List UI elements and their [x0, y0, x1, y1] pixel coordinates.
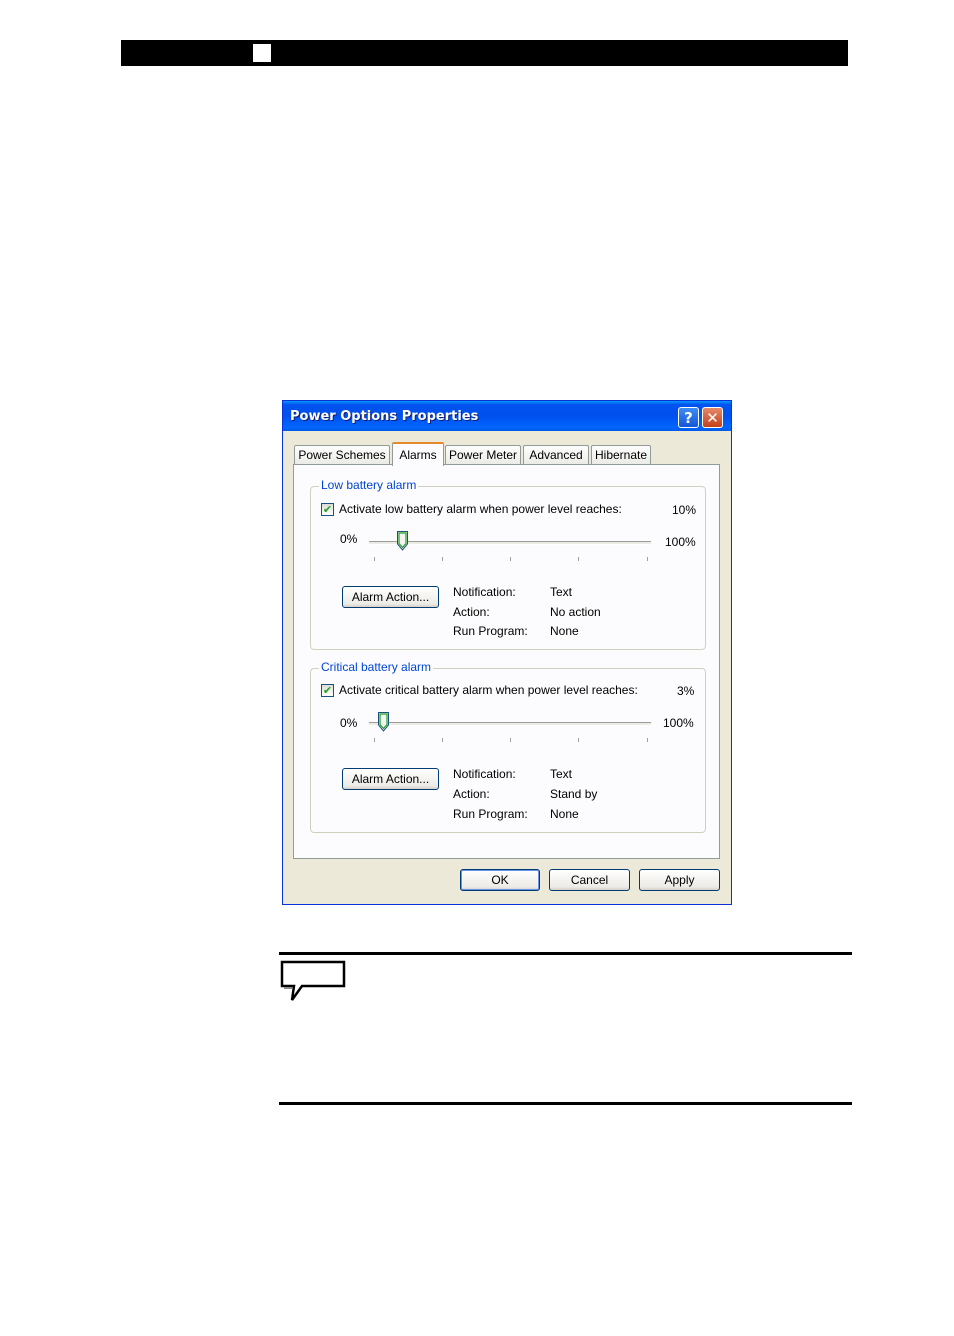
close-button[interactable]: ✕: [702, 407, 723, 428]
low-slider-track[interactable]: [369, 541, 651, 545]
low-slider-max-label: 100%: [665, 535, 696, 549]
critical-battery-level-value: 3%: [677, 684, 695, 698]
low-battery-checkbox-label: Activate low battery alarm when power le…: [339, 502, 622, 516]
cancel-button[interactable]: Cancel: [549, 869, 630, 891]
tab-label: Hibernate: [594, 448, 648, 462]
critical-slider-min-label: 0%: [340, 716, 358, 730]
low-battery-group: Low battery alarm ✔ Activate low battery…: [310, 478, 706, 650]
tab-power-schemes[interactable]: Power Schemes: [294, 445, 390, 464]
note-bottom-rule: [279, 1102, 852, 1105]
ok-button[interactable]: OK: [460, 869, 540, 891]
speech-bubble-icon: [280, 960, 346, 1001]
slider-tick: [374, 738, 375, 742]
low-slider-min-label: 0%: [340, 532, 358, 546]
tab-label: Power Schemes: [298, 448, 386, 462]
critical-alarm-action-button[interactable]: Alarm Action...: [342, 768, 439, 790]
checkmark-icon: ✔: [322, 503, 333, 516]
tab-advanced[interactable]: Advanced: [523, 445, 589, 464]
low-run-program-label: Run Program:: [453, 624, 528, 638]
slider-tick: [578, 557, 579, 561]
low-battery-level-value: 10%: [672, 503, 697, 517]
tab-alarms[interactable]: Alarms: [392, 442, 444, 466]
button-label: Apply: [664, 873, 695, 887]
critical-battery-group: Critical battery alarm ✔ Activate critic…: [310, 660, 706, 833]
critical-battery-group-title: Critical battery alarm: [319, 660, 434, 674]
power-options-dialog: Power Options Properties ? ✕ Power Schem…: [282, 400, 732, 905]
tab-power-meter[interactable]: Power Meter: [445, 445, 521, 464]
low-notification-value: Text: [550, 585, 573, 599]
critical-notification-value: Text: [550, 767, 573, 781]
critical-action-label: Action:: [453, 787, 490, 801]
slider-tick: [374, 557, 375, 561]
slider-tick: [510, 557, 511, 561]
low-battery-group-title: Low battery alarm: [319, 478, 419, 492]
note-top-rule: [279, 952, 852, 955]
slider-tick: [647, 557, 648, 561]
tab-hibernate[interactable]: Hibernate: [591, 445, 651, 464]
help-button[interactable]: ?: [678, 407, 699, 428]
low-slider-thumb[interactable]: [397, 531, 408, 551]
checkmark-icon: ✔: [322, 684, 333, 697]
tab-label: Advanced: [529, 448, 583, 462]
critical-run-program-label: Run Program:: [453, 807, 528, 821]
help-icon: ?: [684, 408, 693, 427]
low-action-label: Action:: [453, 605, 490, 619]
alarms-tab-panel: Low battery alarm ✔ Activate low battery…: [293, 464, 720, 859]
header-square-icon: [253, 44, 271, 62]
dialog-title: Power Options Properties: [290, 409, 479, 424]
low-battery-checkbox[interactable]: ✔: [321, 503, 334, 516]
page-header-bar: [121, 40, 848, 66]
dialog-titlebar[interactable]: Power Options Properties ? ✕: [283, 401, 731, 431]
critical-run-program-value: None: [550, 807, 579, 821]
button-label: Cancel: [570, 873, 609, 887]
apply-button[interactable]: Apply: [639, 869, 720, 891]
critical-action-value: Stand by: [550, 787, 598, 801]
tab-label: Power Meter: [448, 448, 518, 462]
low-notification-label: Notification:: [453, 585, 516, 599]
low-run-program-value: None: [550, 624, 579, 638]
slider-tick: [442, 738, 443, 742]
low-action-value: No action: [550, 605, 601, 619]
button-label: Alarm Action...: [351, 590, 430, 604]
button-label: OK: [491, 873, 509, 887]
close-icon: ✕: [706, 408, 719, 427]
button-label: Alarm Action...: [351, 772, 430, 786]
low-alarm-action-button[interactable]: Alarm Action...: [342, 586, 439, 608]
slider-tick: [442, 557, 443, 561]
critical-notification-label: Notification:: [453, 767, 516, 781]
slider-tick: [510, 738, 511, 742]
critical-slider-track[interactable]: [369, 722, 651, 726]
slider-tick: [578, 738, 579, 742]
critical-battery-checkbox-label: Activate critical battery alarm when pow…: [339, 683, 638, 697]
critical-slider-max-label: 100%: [663, 716, 694, 730]
tab-label: Alarms: [399, 448, 437, 462]
slider-tick: [647, 738, 648, 742]
critical-battery-checkbox[interactable]: ✔: [321, 684, 334, 697]
critical-slider-thumb[interactable]: [378, 712, 389, 732]
